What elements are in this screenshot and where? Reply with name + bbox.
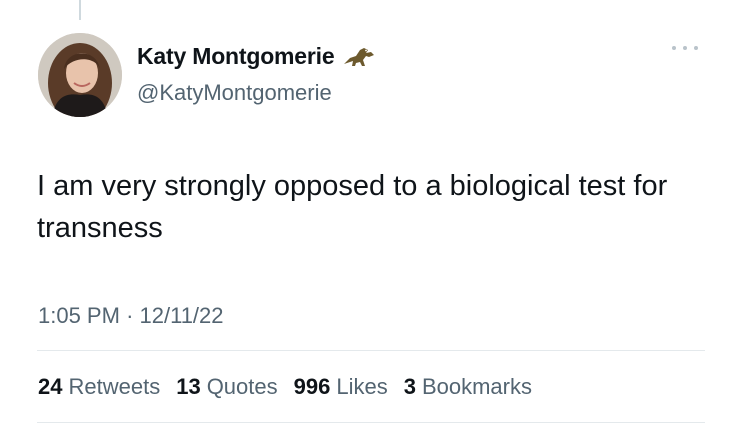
quotes-stat[interactable]: 13 Quotes <box>176 374 277 400</box>
avatar[interactable] <box>38 33 122 117</box>
quotes-label: Quotes <box>206 374 278 399</box>
bookmarks-count: 3 <box>403 374 416 399</box>
retweets-stat[interactable]: 24 Retweets <box>38 374 160 400</box>
retweets-count: 24 <box>38 374 63 399</box>
tweet-time: 1:05 PM <box>38 303 120 328</box>
timestamp-separator: · <box>126 303 134 328</box>
quotes-count: 13 <box>176 374 201 399</box>
bookmarks-stat[interactable]: 3 Bookmarks <box>404 374 532 400</box>
thread-connector-line <box>79 0 81 20</box>
divider <box>37 350 705 351</box>
retweets-label: Retweets <box>68 374 161 399</box>
author-name-row: Katy Montgomerie <box>137 42 376 70</box>
bookmarks-label: Bookmarks <box>421 374 532 399</box>
author-handle[interactable]: @KatyMontgomerie <box>137 80 332 106</box>
more-options-icon[interactable] <box>672 41 698 55</box>
likes-count: 996 <box>293 374 331 399</box>
tweet-text: I am very strongly opposed to a biologic… <box>37 170 668 244</box>
author-display-name[interactable]: Katy Montgomerie <box>137 43 335 70</box>
avatar-image <box>38 33 122 117</box>
divider <box>37 422 705 423</box>
tweet-date: 12/11/22 <box>139 303 224 328</box>
tweet-stats: 24 Retweets 13 Quotes 996 Likes 3 Bookmarks <box>38 374 532 400</box>
trex-emoji-icon <box>342 44 376 68</box>
likes-label: Likes <box>336 374 388 399</box>
tweet-timestamp[interactable]: 1:05 PM · 12/11/22 <box>38 303 224 329</box>
likes-stat[interactable]: 996 Likes <box>294 374 388 400</box>
